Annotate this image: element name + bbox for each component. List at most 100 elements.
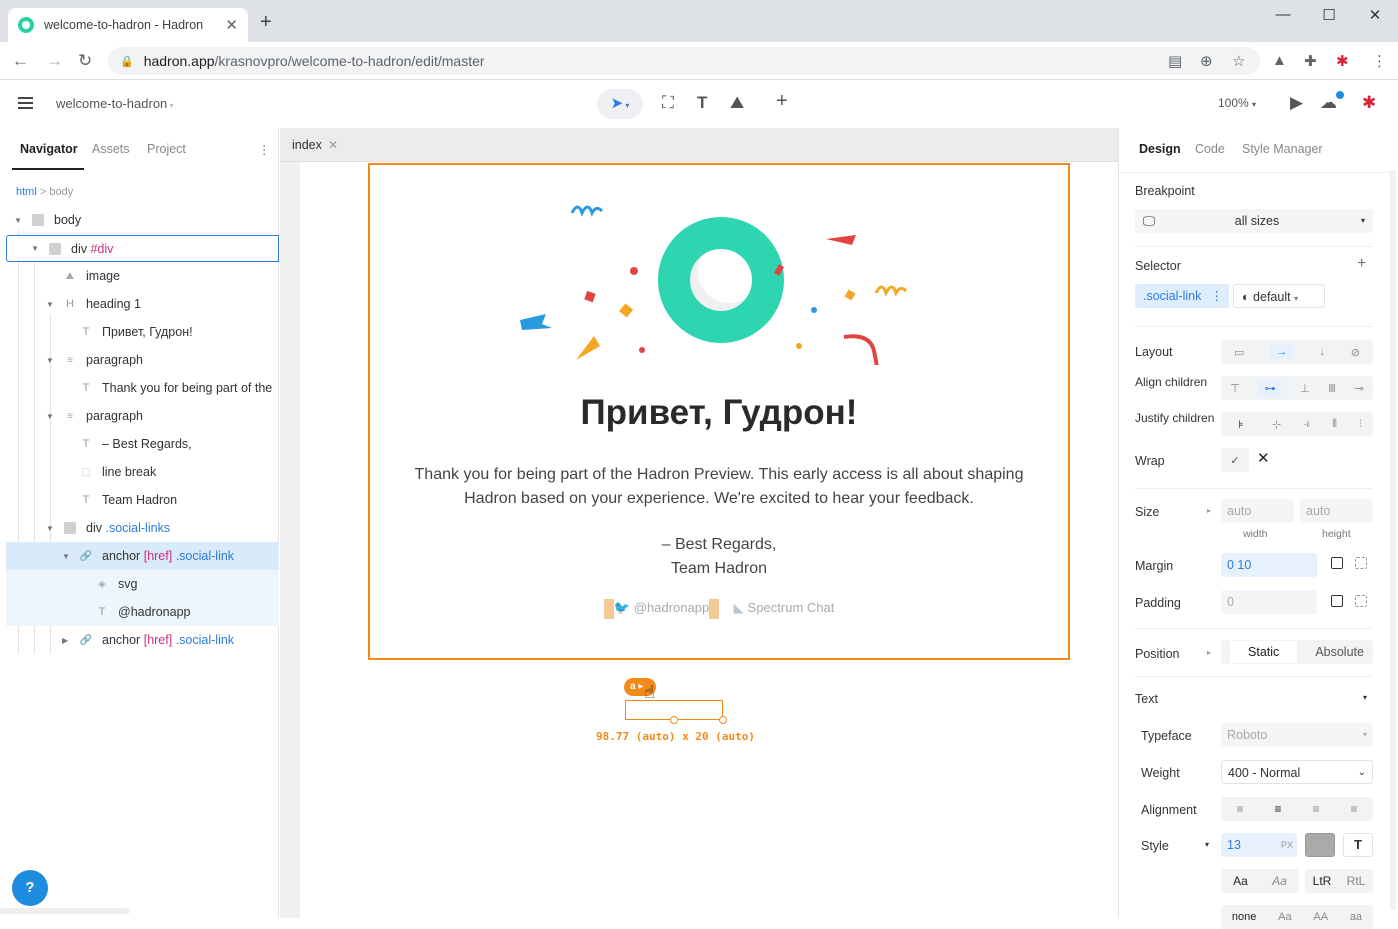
tab-code[interactable]: Code bbox=[1195, 142, 1225, 156]
chrome-menu-icon[interactable]: ⋮ bbox=[1372, 52, 1387, 70]
project-name[interactable]: welcome-to-hadron ▾ bbox=[56, 96, 174, 111]
chevron-down-icon[interactable]: ▾ bbox=[1205, 840, 1209, 849]
expand-icon[interactable]: ▸ bbox=[1207, 506, 1211, 515]
reload-icon[interactable]: ↻ bbox=[78, 51, 92, 71]
padding-all-icon[interactable] bbox=[1331, 595, 1343, 607]
padding-input[interactable]: 0 bbox=[1221, 590, 1317, 614]
tree-item-body[interactable]: ▼ body bbox=[6, 206, 279, 234]
wrap-on-icon[interactable]: ✓ bbox=[1221, 448, 1249, 472]
add-element-icon[interactable]: + bbox=[776, 90, 788, 113]
tree-item-svg[interactable]: ◈ svg bbox=[6, 570, 279, 598]
profile-extension-icon[interactable]: ✱ bbox=[1336, 52, 1349, 70]
tab-assets[interactable]: Assets bbox=[92, 142, 130, 156]
right-panel-scrollbar[interactable] bbox=[1390, 170, 1396, 910]
twitter-link[interactable]: 🐦 @hadronapp bbox=[614, 600, 710, 615]
bookmark-star-icon[interactable]: ☆ bbox=[1232, 52, 1245, 70]
tab-navigator[interactable]: Navigator bbox=[20, 142, 78, 156]
add-selector-icon[interactable]: + bbox=[1357, 255, 1366, 273]
browser-tab[interactable]: welcome-to-hadron - Hadron ✕ bbox=[8, 8, 248, 42]
tab-style-manager[interactable]: Style Manager bbox=[1242, 142, 1323, 156]
tab-design[interactable]: Design bbox=[1139, 142, 1181, 156]
expand-icon[interactable]: ▸ bbox=[1207, 648, 1211, 657]
tree-item-anchor[interactable]: ▶ 🔗 anchor [href] .social-link bbox=[6, 626, 279, 654]
close-doc-tab-icon[interactable]: ✕ bbox=[328, 138, 338, 152]
close-tab-icon[interactable]: ✕ bbox=[225, 16, 238, 34]
text-tool-icon[interactable]: T bbox=[697, 93, 707, 113]
install-icon[interactable]: ⊕ bbox=[1200, 52, 1213, 70]
layout-options[interactable]: ▭ → ↓ ⊘ bbox=[1221, 340, 1373, 364]
tree-item-paragraph[interactable]: ▼ ≡ paragraph bbox=[6, 402, 279, 430]
selector-class-chip[interactable]: .social-link ⋮ bbox=[1135, 284, 1229, 308]
width-input[interactable]: auto bbox=[1221, 499, 1294, 523]
tree-item-div[interactable]: ▼ div #div bbox=[6, 235, 279, 262]
maximize-icon[interactable]: ☐ bbox=[1314, 6, 1344, 24]
resize-handle[interactable] bbox=[670, 716, 678, 724]
page-heading[interactable]: Привет, Гудрон! bbox=[370, 393, 1068, 433]
user-avatar-icon[interactable]: ✱ bbox=[1362, 93, 1376, 113]
breadcrumb-html[interactable]: html bbox=[16, 186, 37, 198]
help-button[interactable]: ? bbox=[12, 870, 48, 906]
back-icon[interactable]: ← bbox=[12, 51, 29, 71]
cloud-publish-icon[interactable]: ☁ bbox=[1320, 93, 1337, 113]
url-field[interactable]: 🔒 hadron.app/krasnovpro/welcome-to-hadro… bbox=[108, 47, 1260, 75]
drive-icon[interactable]: ▲ bbox=[1272, 52, 1287, 69]
new-tab-icon[interactable]: + bbox=[260, 12, 272, 32]
tree-item-heading[interactable]: ▼ Hheading 1 bbox=[6, 290, 279, 318]
spectrum-link[interactable]: ◣ Spectrum Chat bbox=[734, 600, 835, 615]
tab-project[interactable]: Project bbox=[147, 142, 186, 156]
row-layout-icon[interactable]: → bbox=[1270, 344, 1294, 360]
tree-item-image[interactable]: ⛰ image bbox=[6, 262, 279, 290]
font-size-input[interactable]: 13 PX bbox=[1221, 833, 1297, 857]
more-options-icon[interactable]: ⋮ bbox=[258, 142, 271, 157]
text-style-icon[interactable]: T bbox=[1343, 833, 1373, 857]
margin-sides-icon[interactable] bbox=[1355, 557, 1367, 569]
tree-item-paragraph[interactable]: ▼ ≡ paragraph bbox=[6, 346, 279, 374]
case-options[interactable]: Aa Aa bbox=[1221, 869, 1299, 893]
align-left-icon[interactable]: ≡ bbox=[1236, 802, 1243, 816]
state-select[interactable]: ◐ default ▾ bbox=[1233, 284, 1325, 308]
zoom-select[interactable]: 100% ▾ bbox=[1218, 96, 1256, 110]
align-options[interactable]: ⊤ ⊶ ⊥ Ⅲ ⊸ bbox=[1221, 376, 1373, 400]
text-align-options[interactable]: ≡ ≡ ≡ ≡ bbox=[1221, 797, 1373, 821]
tree-item-anchor-selected[interactable]: ▼ 🔗 anchor [href] .social-link bbox=[6, 542, 279, 570]
font-color-swatch[interactable] bbox=[1305, 833, 1335, 857]
regards-paragraph[interactable]: – Best Regards, Team Hadron bbox=[370, 533, 1068, 581]
resize-handle[interactable] bbox=[719, 716, 727, 724]
play-preview-icon[interactable]: ▶ bbox=[1290, 93, 1303, 113]
hidden-layout-icon[interactable]: ⊘ bbox=[1351, 346, 1360, 359]
extensions-icon[interactable]: ✚ bbox=[1304, 52, 1317, 70]
breakpoint-select[interactable]: 🖵 all sizes ▾ bbox=[1135, 209, 1373, 233]
frame-tool-icon[interactable]: ⛶ bbox=[662, 93, 674, 113]
horizontal-scrollbar[interactable] bbox=[0, 908, 130, 914]
tab-index[interactable]: index bbox=[292, 138, 322, 152]
tree-item-text[interactable]: T @hadronapp bbox=[6, 598, 279, 626]
margin-input[interactable]: 0 10 bbox=[1221, 553, 1317, 577]
typeface-select[interactable]: Roboto ▾ bbox=[1221, 723, 1373, 747]
tree-item-text[interactable]: T Thank you for being part of the bbox=[6, 374, 279, 402]
tree-item-text[interactable]: T – Best Regards, bbox=[6, 430, 279, 458]
tree-item-social-links[interactable]: ▼ div .social-links bbox=[6, 514, 279, 542]
weight-select[interactable]: 400 - Normal ⌄ bbox=[1221, 760, 1373, 784]
position-options[interactable]: Static Absolute bbox=[1221, 640, 1373, 664]
position-absolute[interactable]: Absolute bbox=[1315, 645, 1364, 659]
column-layout-icon[interactable]: ↓ bbox=[1319, 346, 1325, 358]
margin-all-icon[interactable] bbox=[1331, 557, 1343, 569]
forward-icon[interactable]: → bbox=[46, 51, 63, 71]
height-input[interactable]: auto bbox=[1300, 499, 1373, 523]
block-layout-icon[interactable]: ▭ bbox=[1234, 346, 1244, 359]
padding-sides-icon[interactable] bbox=[1355, 595, 1367, 607]
align-right-icon[interactable]: ≡ bbox=[1312, 802, 1319, 816]
transform-options[interactable]: none Aa AA aa bbox=[1221, 905, 1373, 929]
align-justify-icon[interactable]: ≡ bbox=[1350, 802, 1357, 816]
tree-item-text[interactable]: T Team Hadron bbox=[6, 486, 279, 514]
position-static[interactable]: Static bbox=[1230, 641, 1298, 663]
align-center-icon[interactable]: ≡ bbox=[1274, 802, 1281, 816]
direction-options[interactable]: LtR RtL bbox=[1305, 869, 1373, 893]
selected-div-frame[interactable]: Привет, Гудрон! Thank you for being part… bbox=[368, 163, 1070, 660]
select-tool-button[interactable]: ➤ ▾ bbox=[597, 89, 643, 119]
wrap-off-icon[interactable]: ✕ bbox=[1257, 449, 1270, 467]
clipboard-icon[interactable]: ▤ bbox=[1168, 52, 1182, 70]
chevron-down-icon[interactable]: ▾ bbox=[1363, 693, 1367, 702]
intro-paragraph[interactable]: Thank you for being part of the Hadron P… bbox=[400, 463, 1038, 511]
page-canvas[interactable]: Привет, Гудрон! Thank you for being part… bbox=[300, 162, 1118, 918]
